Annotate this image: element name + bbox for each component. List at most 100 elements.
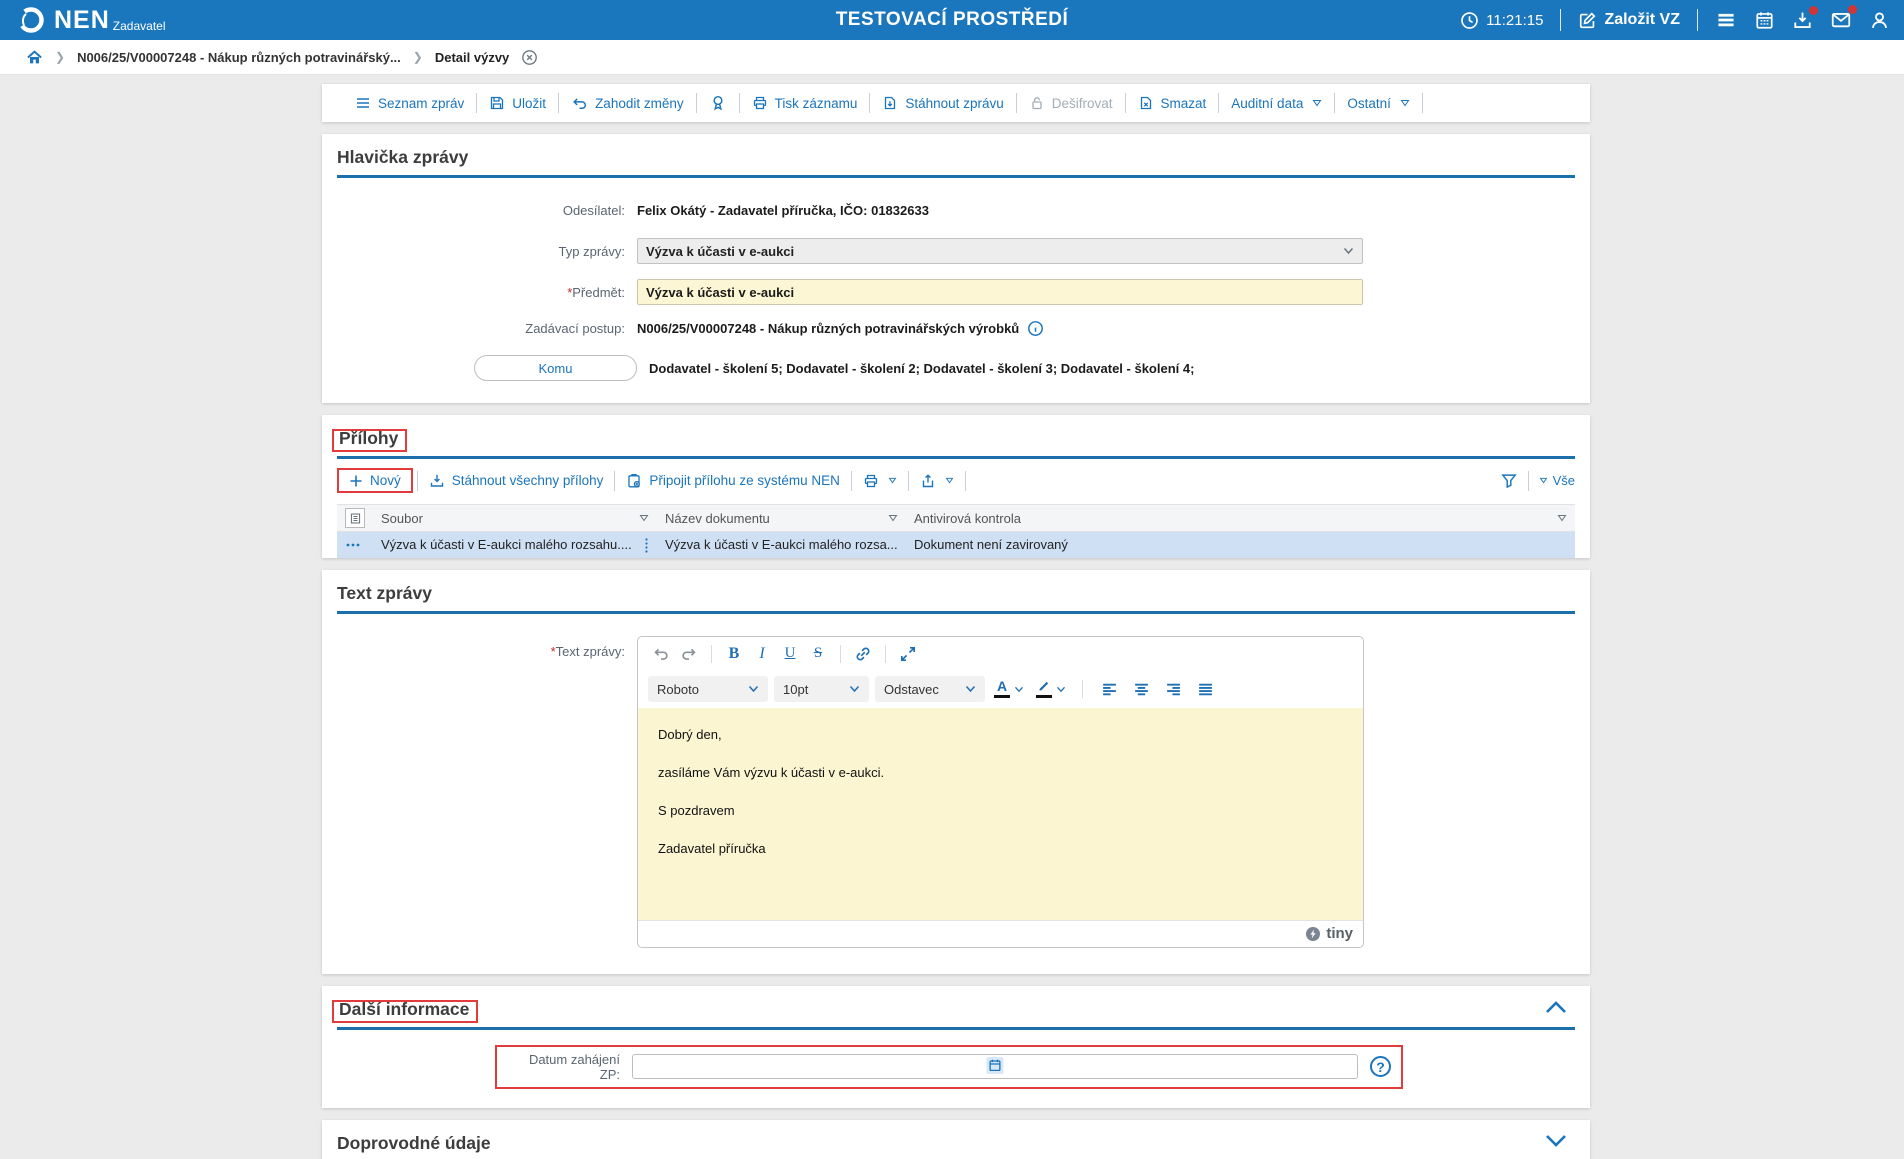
editor-content-area[interactable]: Dobrý den, zasíláme Vám výzvu k účasti v… xyxy=(638,707,1363,920)
nen-logo[interactable]: NEN Zadavatel xyxy=(16,5,166,35)
help-icon[interactable]: ? xyxy=(1370,1056,1391,1077)
font-family-select[interactable]: Roboto xyxy=(648,676,768,702)
attachment-file-name: Výzva k účasti v E-aukci malého rozsahu.… xyxy=(381,537,632,553)
strikethrough-button[interactable]: S xyxy=(805,641,831,667)
column-header-document-name[interactable]: Název dokumentu xyxy=(657,504,906,532)
new-attachment-button[interactable]: Nový xyxy=(345,473,405,488)
messages-button[interactable] xyxy=(1830,5,1857,31)
column-chooser-icon xyxy=(345,508,365,528)
print-record-button[interactable]: Tisk záznamu xyxy=(740,95,870,111)
attachment-row[interactable]: Výzva k účasti v E-aukci malého rozsahu.… xyxy=(337,531,1575,558)
highlighter-icon xyxy=(1038,681,1048,691)
procedure-value: N006/25/V00007248 - Nákup různých potrav… xyxy=(637,321,1020,336)
section-title-accompanying: Doprovodné údaje xyxy=(337,1132,491,1153)
align-left-button[interactable] xyxy=(1096,676,1122,702)
filter-funnel-icon[interactable] xyxy=(1500,472,1518,490)
menu-button[interactable] xyxy=(1715,9,1737,31)
procedure-label: Zadávací postup: xyxy=(525,321,625,336)
row-actions-cell[interactable] xyxy=(337,532,373,558)
clipboard-attach-icon xyxy=(626,473,642,489)
undo-icon xyxy=(571,95,588,112)
filter-all-selector[interactable]: Vše xyxy=(1539,473,1575,488)
date-picker-calendar-icon[interactable] xyxy=(986,1057,1004,1074)
fullscreen-button[interactable] xyxy=(895,641,921,667)
download-all-attachments-button[interactable]: Stáhnout všechny přílohy xyxy=(418,473,615,489)
brand-role: Zadavatel xyxy=(112,19,166,33)
align-right-button[interactable] xyxy=(1160,676,1186,702)
column-header-file[interactable]: Soubor xyxy=(373,504,657,532)
text-color-button[interactable]: A xyxy=(991,679,1027,698)
attachment-antivirus-status: Dokument není zavirovaný xyxy=(914,537,1068,553)
bold-button[interactable]: B xyxy=(721,641,747,667)
font-size-select[interactable]: 10pt xyxy=(774,676,869,702)
attach-from-nen-button[interactable]: Připojit přílohu ze systému NEN xyxy=(615,473,851,489)
tutorial-highlight-new: Nový xyxy=(337,468,413,493)
download-doc-icon xyxy=(882,95,898,111)
home-icon[interactable] xyxy=(26,49,43,66)
downloads-button[interactable] xyxy=(1792,5,1818,31)
subject-input[interactable] xyxy=(637,279,1363,305)
align-justify-button[interactable] xyxy=(1192,676,1218,702)
dropdown-caret-icon xyxy=(1539,477,1548,484)
close-tab-icon[interactable] xyxy=(521,49,538,66)
account-button[interactable] xyxy=(1869,10,1890,31)
app-header: NEN Zadavatel TESTOVACÍ PROSTŘEDÍ 11:21:… xyxy=(0,0,1904,40)
save-icon xyxy=(489,95,505,111)
user-icon xyxy=(1869,10,1890,31)
editor-paragraph: Zadavatel příručka xyxy=(658,840,766,856)
message-type-select[interactable]: Výzva k účasti v e-aukci xyxy=(637,238,1363,264)
printer-icon xyxy=(752,95,768,111)
section-title-attachments: Přílohy xyxy=(339,428,399,448)
breadcrumb-separator-icon: ❯ xyxy=(55,50,66,64)
column-header-antivirus[interactable]: Antivirová kontrola xyxy=(906,504,1575,532)
redo-button[interactable] xyxy=(676,641,702,667)
signature-seal-button[interactable] xyxy=(697,94,739,112)
column-resize-handle-icon[interactable] xyxy=(644,537,649,553)
export-attachments-menu[interactable] xyxy=(909,473,965,489)
expand-section-icon[interactable] xyxy=(1545,1134,1567,1148)
block-format-select[interactable]: Odstavec xyxy=(875,676,985,702)
align-center-button[interactable] xyxy=(1128,676,1154,702)
column-chooser-header[interactable] xyxy=(337,504,373,532)
save-button[interactable]: Uložit xyxy=(477,95,558,111)
calendar-button[interactable] xyxy=(1754,10,1775,31)
highlight-color-button[interactable] xyxy=(1033,680,1069,698)
dropdown-caret-icon xyxy=(1400,99,1410,107)
record-toolbar-card: Seznam zpráv Uložit Zahodit změny Tisk z… xyxy=(322,84,1590,122)
plus-icon xyxy=(349,474,363,488)
info-icon[interactable] xyxy=(1027,320,1044,337)
message-text-label: *Text zprávy: xyxy=(550,643,625,659)
download-message-button[interactable]: Stáhnout zprávu xyxy=(870,95,1015,111)
message-list-button[interactable]: Seznam zpráv xyxy=(343,95,476,111)
audit-data-menu[interactable]: Auditní data xyxy=(1219,96,1334,111)
breadcrumb-procedure[interactable]: N006/25/V00007248 - Nákup různých potrav… xyxy=(77,50,401,65)
print-attachments-menu[interactable] xyxy=(852,473,908,489)
sender-label: Odesílatel: xyxy=(562,203,625,218)
dropdown-caret-icon xyxy=(945,477,954,484)
underline-button[interactable]: U xyxy=(777,641,803,667)
column-filter-caret-icon[interactable] xyxy=(639,514,649,522)
other-menu[interactable]: Ostatní xyxy=(1335,96,1422,111)
collapse-section-icon[interactable] xyxy=(1545,1000,1567,1014)
delete-icon xyxy=(1138,95,1154,111)
more-info-section: Další informace Datum zahájení ZP: ? xyxy=(322,985,1590,1108)
tutorial-highlight-more-info: Další informace xyxy=(332,999,479,1023)
tinymce-logo-icon xyxy=(1305,926,1321,942)
delete-button[interactable]: Smazat xyxy=(1126,95,1219,111)
calendar-icon xyxy=(1754,10,1775,31)
attachment-document-name: Výzva k účasti v E-aukci malého rozsa... xyxy=(665,537,898,553)
undo-button[interactable] xyxy=(648,641,674,667)
column-filter-caret-icon[interactable] xyxy=(888,514,898,522)
dropdown-caret-icon xyxy=(888,477,897,484)
discard-changes-button[interactable]: Zahodit změny xyxy=(559,95,696,112)
header-divider xyxy=(1697,9,1698,31)
printer-icon xyxy=(863,473,879,489)
link-button[interactable] xyxy=(850,641,876,667)
recipients-button[interactable]: Komu xyxy=(474,355,637,381)
tinymce-brand[interactable]: tiny xyxy=(1326,925,1353,942)
column-filter-caret-icon[interactable] xyxy=(1557,514,1567,522)
editor-paragraph: zasíláme Vám výzvu k účasti v e-aukci. xyxy=(658,764,885,780)
create-tender-button[interactable]: Založit VZ xyxy=(1578,11,1680,30)
italic-button[interactable]: I xyxy=(749,641,775,667)
lock-icon xyxy=(1029,95,1045,111)
